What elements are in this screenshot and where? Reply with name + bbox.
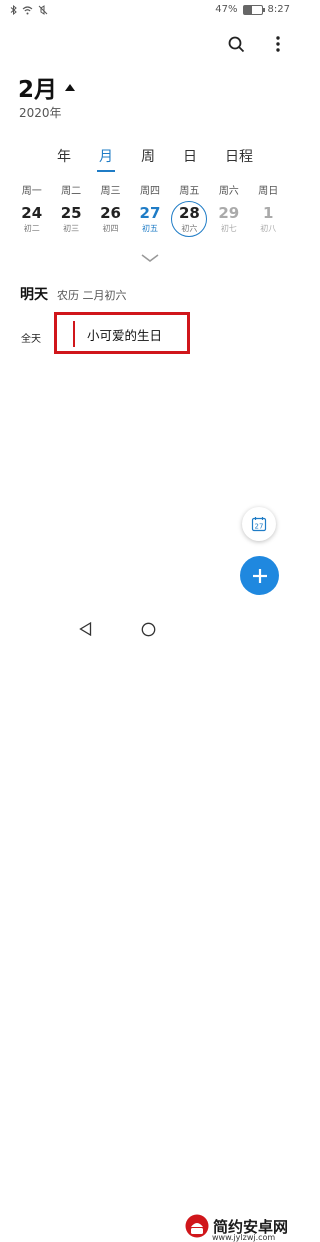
week-dates: 24 初二 25 初三 26 初四 27 初五 28 初六 29 初七 1 初八 [12,202,288,238]
bluetooth-icon [10,4,17,18]
date-number: 28 [178,204,200,222]
date-number: 26 [100,204,121,222]
chevron-down-icon [141,254,159,262]
nav-back-button[interactable] [79,621,92,640]
date-number: 25 [60,204,82,222]
day-header: 明天 农历 二月初六 [20,284,127,304]
android-logo-icon [185,1214,209,1238]
watermark: 简约安卓网 www.jylzwj.com [185,1214,288,1242]
date-lunar: 初四 [102,224,119,233]
date-cell[interactable]: 24 初二 [12,202,51,238]
weekday-label: 周二 [61,186,82,197]
day-lunar-date: 农历 二月初六 [57,289,127,302]
month-title: 2月 [18,77,58,103]
navigation-bar: 简约安卓网 www.jylzwj.com [0,610,300,1242]
status-bar: 47% 8:27 [0,0,300,22]
more-vertical-icon [276,36,280,52]
clock: 8:27 [267,4,290,15]
mute-icon [38,5,48,18]
weekday-label: 周五 [179,186,200,197]
nav-home-button[interactable] [141,622,156,641]
date-cell[interactable]: 29 初七 [209,202,248,238]
weekday-label: 周四 [139,186,160,197]
view-tab[interactable]: 年 [55,146,73,166]
top-actions [226,34,288,54]
date-cell[interactable]: 28 初六 [170,202,209,238]
add-event-button[interactable] [240,556,279,595]
date-number: 29 [218,204,240,222]
date-cell[interactable]: 27 初五 [130,202,169,238]
triangle-up-icon [65,83,76,91]
battery-percent: 47% [215,4,238,15]
day-name: 明天 [20,287,48,303]
view-tabs: 年 月 周 日 日程 [55,146,255,172]
allday-label: 全天 [21,334,41,345]
weekday-label: 周六 [218,186,239,197]
date-lunar: 初六 [181,224,198,233]
date-lunar: 初五 [141,224,158,233]
date-number: 1 [263,204,274,222]
date-cell[interactable]: 26 初四 [91,202,130,238]
weekday-label: 周三 [100,186,121,197]
date-lunar: 初二 [23,224,40,233]
status-icons-right: 47% 8:27 [215,4,290,15]
date-cell[interactable]: 25 初三 [51,202,90,238]
home-circle-icon [141,622,156,637]
date-number: 24 [21,204,43,222]
date-lunar: 初八 [260,224,277,233]
event-title: 小可爱的生日 [87,328,163,343]
status-icons-left [10,4,48,18]
search-button[interactable] [226,34,246,54]
event-card[interactable]: 小可爱的生日 [54,312,190,354]
today-button[interactable]: 27 [242,507,276,541]
watermark-url: www.jylzwj.com [212,1233,276,1242]
back-triangle-icon [79,621,92,637]
event-color-bar [73,321,75,347]
date-number: 27 [139,204,161,222]
weekday-label: 周日 [258,186,279,197]
date-lunar: 初三 [63,224,80,233]
wifi-icon [22,5,33,18]
battery-icon [242,4,265,15]
view-tab[interactable]: 月 [97,146,115,172]
year-label: 2020年 [19,106,62,120]
more-menu-button[interactable] [268,34,288,54]
expand-button[interactable] [141,248,159,267]
week-header: 周一 周二 周三 周四 周五 周六 周日 [12,182,288,197]
month-selector[interactable]: 2月 [18,70,76,104]
view-tab[interactable]: 周 [139,146,157,166]
search-icon [228,36,244,52]
view-tab[interactable]: 日程 [223,146,255,166]
calendar-today-day: 27 [255,523,264,531]
date-cell[interactable]: 1 初八 [249,202,288,238]
plus-icon [252,568,267,583]
calendar-today-icon: 27 [251,517,267,532]
date-lunar: 初七 [220,224,237,233]
view-tab[interactable]: 日 [181,146,199,166]
weekday-label: 周一 [21,186,42,197]
